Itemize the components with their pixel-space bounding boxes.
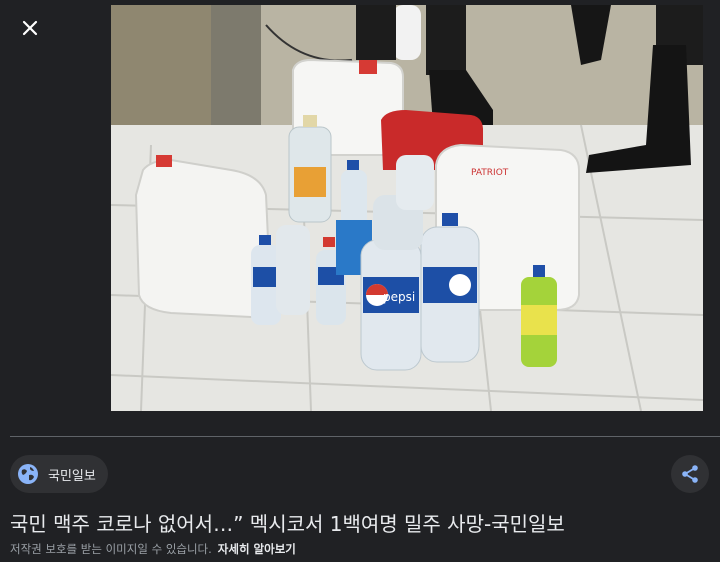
- copyright-row: 저작권 보호를 받는 이미지일 수 있습니다. 자세히 알아보기: [10, 541, 296, 557]
- result-title-link[interactable]: 국민 맥주 코로나 없어서…” 멕시코서 1백여명 밀주 사망-국민일보: [10, 508, 565, 537]
- jug-label-text: PATRIOT: [471, 168, 509, 178]
- image-viewer-panel: pepsi PATRIOT 국민일보 국민 맥주 코로나 없어서…” 멕시코서 …: [0, 0, 720, 562]
- preview-image[interactable]: pepsi PATRIOT: [111, 5, 703, 411]
- close-button[interactable]: [12, 10, 48, 46]
- share-icon: [682, 465, 698, 483]
- close-icon: [22, 20, 38, 36]
- copyright-note: 저작권 보호를 받는 이미지일 수 있습니다.: [10, 542, 212, 556]
- divider: [10, 436, 720, 437]
- photo-illustration: pepsi PATRIOT: [111, 5, 703, 411]
- source-name: 국민일보: [48, 468, 96, 484]
- bottle-label-text: pepsi: [383, 290, 415, 304]
- share-button[interactable]: [671, 455, 709, 493]
- source-chip[interactable]: 국민일보: [10, 455, 108, 493]
- learn-more-link[interactable]: 자세히 알아보기: [218, 542, 296, 556]
- globe-icon: [16, 462, 40, 486]
